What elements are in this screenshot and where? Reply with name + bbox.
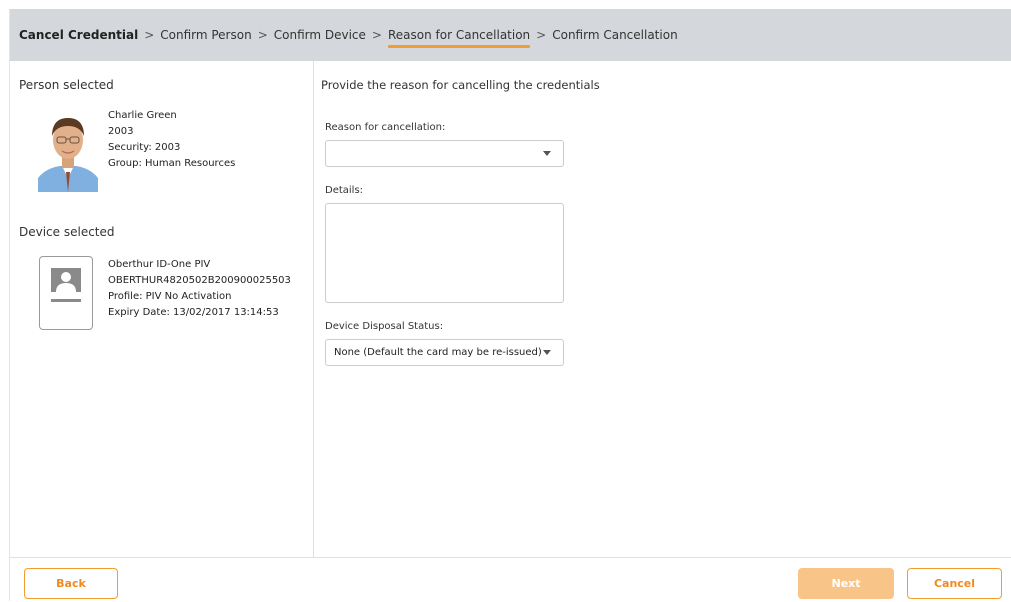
breadcrumb-separator-icon: > (257, 28, 268, 42)
device-expiry: Expiry Date: 13/02/2017 13:14:53 (108, 307, 279, 318)
wizard-footer: Back Next Cancel (10, 557, 1011, 602)
breadcrumb: Cancel Credential > Confirm Person > Con… (10, 9, 1011, 61)
breadcrumb-item-reason-for-cancellation: Reason for Cancellation (387, 28, 531, 48)
details-textarea[interactable] (325, 203, 564, 303)
device-selected-title: Device selected (19, 225, 115, 239)
breadcrumb-separator-icon: > (371, 28, 382, 42)
back-button[interactable]: Back (24, 568, 118, 599)
details-label: Details: (325, 185, 364, 196)
person-info: Charlie Green 2003 Security: 2003 Group:… (108, 108, 235, 172)
selection-summary-panel: Person selected Charlie Green 2003 Secur… (10, 61, 314, 557)
device-profile: Profile: PIV No Activation (108, 291, 232, 302)
breadcrumb-separator-icon: > (144, 28, 155, 42)
card-text-line (51, 299, 81, 302)
person-security: Security: 2003 (108, 142, 181, 153)
card-photo-placeholder (51, 268, 81, 292)
chevron-down-icon (543, 151, 551, 156)
id-card-icon (39, 256, 93, 330)
form-heading: Provide the reason for cancelling the cr… (321, 78, 600, 92)
device-model: Oberthur ID-One PIV (108, 259, 211, 270)
device-info: Oberthur ID-One PIV OBERTHUR4820502B2009… (108, 257, 291, 321)
breadcrumb-item-confirm-person: Confirm Person (160, 28, 252, 42)
chevron-down-icon (543, 350, 551, 355)
device-serial: OBERTHUR4820502B200900025503 (108, 275, 291, 286)
person-selected-title: Person selected (19, 78, 114, 92)
disposal-select[interactable]: None (Default the card may be re-issued) (325, 339, 564, 366)
cancel-button[interactable]: Cancel (907, 568, 1002, 599)
reason-label: Reason for cancellation: (325, 122, 446, 133)
disposal-select-value: None (Default the card may be re-issued) (334, 347, 542, 358)
person-id: 2003 (108, 126, 134, 137)
wizard-frame: Cancel Credential > Confirm Person > Con… (9, 9, 1011, 601)
reason-form-panel: Provide the reason for cancelling the cr… (314, 61, 1011, 557)
disposal-label: Device Disposal Status: (325, 321, 444, 332)
breadcrumb-item-cancel-credential: Cancel Credential (19, 28, 139, 42)
reason-select[interactable] (325, 140, 564, 167)
breadcrumb-item-confirm-cancellation: Confirm Cancellation (552, 28, 678, 42)
person-photo (36, 108, 100, 192)
person-group: Group: Human Resources (108, 158, 236, 169)
next-button[interactable]: Next (798, 568, 894, 599)
person-name: Charlie Green (108, 110, 177, 121)
breadcrumb-separator-icon: > (536, 28, 547, 42)
breadcrumb-item-confirm-device: Confirm Device (273, 28, 366, 42)
